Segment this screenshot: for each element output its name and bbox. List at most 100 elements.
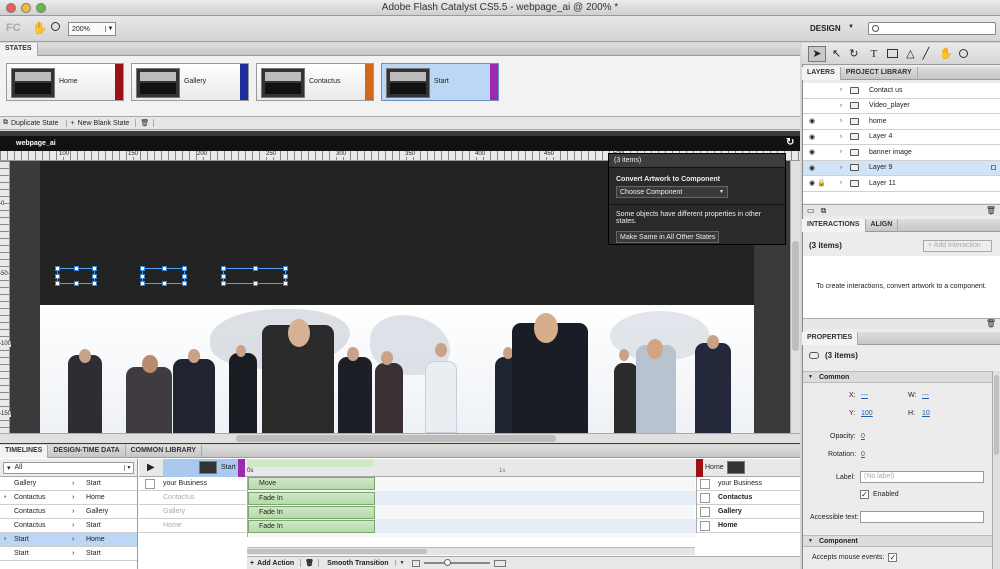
enabled-checkbox[interactable]: ✓ Enabled (860, 490, 899, 499)
tab-project-library[interactable]: PROJECT LIBRARY (841, 66, 918, 80)
w-value[interactable]: --- (922, 392, 929, 399)
refresh-icon[interactable]: ↻ (786, 137, 794, 148)
y-value[interactable]: 100 (861, 410, 873, 417)
layer-row-selected[interactable]: ◉ › Layer 9 (803, 160, 1000, 176)
chevron-down-icon[interactable]: ▼ (848, 24, 854, 30)
tab-properties[interactable]: PROPERTIES (802, 331, 859, 345)
zoom-tool-icon[interactable] (51, 22, 60, 31)
choose-component-dropdown[interactable]: Choose Component ▼ (616, 186, 728, 198)
transition-row[interactable]: Gallery › Start (0, 477, 137, 491)
timeline-zoom-slider[interactable] (424, 559, 491, 566)
rectangle-tool-icon[interactable] (887, 49, 899, 58)
chevron-down-icon[interactable]: ▼ (394, 560, 409, 566)
hand-tool-icon[interactable]: ✋ (32, 21, 47, 35)
state-thumb-contactus[interactable]: Contactus (256, 63, 374, 101)
state-thumb-start[interactable]: Start (381, 63, 499, 101)
transition-row-selected[interactable]: • Start › Home (0, 533, 137, 547)
action-fade-in[interactable]: Fade In (248, 506, 375, 519)
transition-row[interactable]: Contactus › Start (0, 519, 137, 533)
tab-align[interactable]: ALIGN (866, 218, 899, 232)
zoom-select[interactable]: 200% ▼ (68, 22, 116, 36)
layer-row[interactable]: ◉ 🔒 › Layer 11 (803, 176, 1000, 192)
end-object-row[interactable]: your Business (697, 477, 800, 491)
document-tab[interactable]: webpage_ai (0, 140, 56, 147)
filter-select[interactable]: ▾ All ▼ (3, 461, 134, 474)
trash-icon[interactable]: 🗑 (986, 319, 996, 328)
opacity-value[interactable]: 0 (861, 433, 865, 440)
end-object-row[interactable]: Contactus (697, 491, 800, 505)
line-tool-icon[interactable]: ╱ (923, 47, 930, 60)
zoom-window-button[interactable] (36, 3, 46, 13)
accessible-text-field[interactable] (860, 511, 984, 523)
layer-row[interactable]: ◉ › banner image (803, 145, 1000, 161)
scroll-thumb[interactable] (247, 549, 427, 554)
minimize-window-button[interactable] (21, 3, 31, 13)
trash-icon[interactable]: 🗑 (300, 559, 320, 567)
tab-common-library[interactable]: COMMON LIBRARY (126, 444, 203, 458)
state-thumb-gallery[interactable]: Gallery (131, 63, 249, 101)
trash-icon[interactable]: 🗑 (986, 206, 996, 215)
h-value[interactable]: 10 (922, 410, 930, 417)
action-move[interactable]: Move (248, 477, 375, 490)
close-window-button[interactable] (6, 3, 16, 13)
rotation-value[interactable]: 0 (861, 451, 865, 458)
new-layer-icon[interactable]: ▭ (807, 206, 815, 215)
tab-states[interactable]: STATES (0, 42, 38, 56)
tab-interactions[interactable]: INTERACTIONS (802, 218, 866, 232)
text-tool-icon[interactable]: T (870, 48, 877, 60)
layer-row[interactable]: ◉ › Layer 4 (803, 130, 1000, 145)
layer-row[interactable]: › Video_player (803, 99, 1000, 114)
scroll-thumb[interactable] (236, 435, 556, 442)
scroll-thumb[interactable] (994, 375, 999, 455)
timeline-object-row[interactable]: your Business (139, 477, 246, 491)
add-interaction-button[interactable]: + Add Interaction (923, 240, 992, 252)
new-sublayer-icon[interactable]: ⧉ (821, 206, 827, 216)
action-fade-in[interactable]: Fade In (248, 492, 375, 505)
workspace-switcher[interactable]: DESIGN (810, 24, 841, 33)
play-icon[interactable]: ▶ (147, 462, 155, 473)
zoom-in-icon[interactable] (494, 559, 507, 567)
timeline-object-row[interactable]: Gallery (139, 505, 246, 519)
mouse-events-checkbox[interactable]: Accepts mouse events: ✓ (812, 553, 898, 562)
duplicate-state-button[interactable]: Duplicate State (11, 120, 58, 127)
rotate-tool-icon[interactable]: ↻ (849, 47, 858, 60)
new-blank-state-button[interactable]: New Blank State (78, 120, 130, 127)
search-input[interactable] (868, 22, 996, 35)
shape-tool-icon[interactable]: △ (906, 47, 914, 60)
common-section-header[interactable]: ▼ Common (803, 371, 992, 383)
make-same-button[interactable]: Make Same in All Other States (616, 231, 720, 243)
slider-thumb[interactable] (444, 559, 452, 566)
smooth-transition-button[interactable]: Smooth Transition (327, 560, 388, 567)
x-value[interactable]: --- (861, 392, 868, 399)
component-section-header[interactable]: ▼ Component (803, 535, 992, 547)
action-fade-in[interactable]: Fade In (248, 520, 375, 533)
selected-nav-item[interactable] (140, 266, 187, 286)
layer-row[interactable]: › Contact us (803, 83, 1000, 99)
transition-row[interactable]: • Contactus › Home (0, 491, 137, 505)
layer-row[interactable]: ◉ › home (803, 114, 1000, 130)
properties-scrollbar[interactable] (992, 371, 1000, 569)
end-object-row[interactable]: Home (697, 519, 800, 533)
scroll-thumb[interactable] (792, 241, 799, 351)
tab-design-time-data[interactable]: DESIGN-TIME DATA (48, 444, 126, 458)
zoom-tool-icon[interactable] (958, 49, 968, 58)
transition-row[interactable]: Start › Start (0, 547, 137, 561)
selected-nav-item[interactable] (55, 266, 97, 286)
direct-select-tool-icon[interactable]: ↖ (832, 47, 841, 60)
hand-tool-icon[interactable]: ✋ (939, 47, 953, 60)
selection-tool-icon[interactable]: ➤ (808, 45, 826, 62)
label-field[interactable]: (No label) (860, 471, 984, 483)
tab-timelines[interactable]: TIMELINES (0, 444, 49, 458)
timeline-object-row[interactable]: Contactus (139, 491, 246, 505)
zoom-out-icon[interactable] (412, 559, 421, 567)
transition-row[interactable]: Contactus › Gallery (0, 505, 137, 519)
trash-icon[interactable]: 🗑 (135, 119, 155, 127)
state-thumb-home[interactable]: Home (6, 63, 124, 101)
selected-nav-item[interactable] (221, 266, 288, 286)
add-action-button[interactable]: Add Action (257, 560, 294, 567)
horizontal-scrollbar[interactable] (0, 433, 800, 443)
timeline-object-row[interactable]: Home (139, 519, 246, 533)
vertical-scrollbar[interactable] (790, 161, 800, 433)
tab-layers[interactable]: LAYERS (802, 66, 841, 80)
timeline-scrollbar[interactable] (247, 547, 695, 555)
